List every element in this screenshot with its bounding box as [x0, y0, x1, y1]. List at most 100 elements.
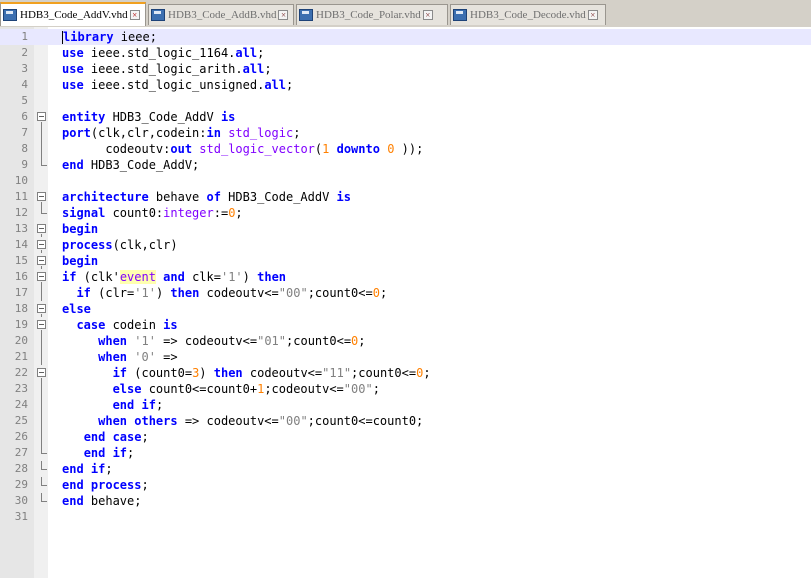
tab-close-icon[interactable]: × — [422, 10, 433, 20]
line-number: 31 — [14, 510, 28, 523]
code-text: begin — [62, 253, 98, 269]
code-line[interactable]: 15 begin — [0, 253, 811, 269]
tab-1[interactable]: HDB3_Code_AddV.vhd × — [0, 2, 146, 26]
code-token: all — [242, 62, 265, 76]
code-token: ; — [286, 78, 294, 92]
code-token: ;codeoutv<= — [264, 382, 344, 396]
code-token: use — [62, 78, 84, 92]
code-text: architecture behave of HDB3_Code_AddV is — [62, 189, 351, 205]
code-token: ;count0<= — [286, 334, 352, 348]
code-line[interactable]: 24 end if; — [0, 397, 811, 413]
fold-guide — [35, 477, 47, 493]
code-token: if — [112, 366, 128, 380]
fold-toggle-icon[interactable] — [35, 221, 47, 237]
code-token: ; — [379, 286, 388, 300]
fold-toggle-icon[interactable] — [35, 253, 47, 269]
tab-close-icon[interactable]: × — [587, 10, 598, 20]
vhd-file-icon — [3, 9, 17, 21]
code-line[interactable]: 20 when '1' => codeoutv<="01";count0<=0; — [0, 333, 811, 349]
code-token: event — [119, 270, 156, 284]
code-line[interactable]: 19 case codein is — [0, 317, 811, 333]
code-token: (count0= — [127, 366, 193, 380]
code-line[interactable]: 18 else — [0, 301, 811, 317]
code-line[interactable]: 28 end if; — [0, 461, 811, 477]
line-number: 30 — [14, 494, 28, 507]
code-token: process — [62, 238, 113, 252]
fold-toggle-icon[interactable] — [35, 365, 47, 381]
code-token: begin — [62, 254, 99, 268]
line-number: 18 — [14, 302, 28, 315]
code-line[interactable]: 26 end case; — [0, 429, 811, 445]
tab-label: HDB3_Code_AddB.vhd — [168, 9, 277, 21]
code-line[interactable]: 21 when '0' => — [0, 349, 811, 365]
code-text: end case; — [62, 429, 149, 445]
tab-label: HDB3_Code_Decode.vhd — [470, 9, 586, 21]
code-line[interactable]: 30 end behave; — [0, 493, 811, 509]
code-line[interactable]: 2 use ieee.std_logic_1164.all; — [0, 45, 811, 61]
code-line[interactable]: 16 if (clk'event and clk='1') then — [0, 269, 811, 285]
code-token: ; — [372, 382, 380, 396]
code-line[interactable]: 25 when others => codeoutv<="00";count0<… — [0, 413, 811, 429]
line-number: 24 — [14, 398, 28, 411]
code-text: end if; — [62, 445, 135, 461]
code-line[interactable]: 1 library ieee; — [0, 29, 811, 45]
fold-toggle-icon[interactable] — [35, 317, 47, 333]
code-line[interactable]: 17 if (clr='1') then codeoutv<="00";coun… — [0, 285, 811, 301]
code-text: entity HDB3_Code_AddV is — [62, 109, 235, 125]
code-line[interactable]: 9 end HDB3_Code_AddV; — [0, 157, 811, 173]
fold-toggle-icon[interactable] — [35, 269, 47, 285]
code-line[interactable]: 22 if (count0=3) then codeoutv<="11";cou… — [0, 365, 811, 381]
code-line[interactable]: 29 end process; — [0, 477, 811, 493]
fold-toggle-icon[interactable] — [35, 301, 47, 317]
fold-guide — [35, 125, 47, 141]
line-number: 4 — [21, 78, 28, 91]
code-token: ieee.std_logic_unsigned. — [83, 78, 265, 92]
code-editor[interactable]: 1 library ieee; 2 use ieee.std_logic_1164.a… — [0, 27, 811, 578]
code-line[interactable]: 8 codeoutv:out std_logic_vector(1 downto… — [0, 141, 811, 157]
fold-guide — [35, 461, 47, 477]
tab-close-icon[interactable]: × — [129, 10, 140, 20]
code-token: out — [170, 142, 193, 156]
code-line[interactable]: 12 signal count0:integer:=0; — [0, 205, 811, 221]
tab-close-icon[interactable]: × — [278, 10, 289, 20]
fold-toggle-icon[interactable] — [35, 237, 47, 253]
code-line[interactable]: 13 begin — [0, 221, 811, 237]
code-text: if (count0=3) then codeoutv<="11";count0… — [62, 365, 431, 381]
code-token: ;count0<= — [307, 286, 373, 300]
fold-toggle-icon[interactable] — [35, 189, 47, 205]
code-token: when others — [98, 414, 178, 428]
line-number: 2 — [21, 46, 28, 59]
tab-label: HDB3_Code_AddV.vhd — [20, 9, 128, 21]
code-line[interactable]: 7 port(clk,clr,codein:in std_logic; — [0, 125, 811, 141]
fold-guide — [35, 493, 47, 509]
code-line[interactable]: 27 end if; — [0, 445, 811, 461]
code-token: => — [155, 350, 178, 364]
code-token: HDB3_Code_AddV — [220, 190, 337, 204]
code-line[interactable]: 5 — [0, 93, 811, 109]
tab-4[interactable]: HDB3_Code_Decode.vhd × — [450, 4, 606, 25]
code-token: then — [257, 270, 287, 284]
code-text: use ieee.std_logic_1164.all; — [62, 45, 264, 61]
code-token: end — [62, 494, 84, 508]
code-line[interactable]: 11 architecture behave of HDB3_Code_AddV … — [0, 189, 811, 205]
code-line[interactable]: 6 entity HDB3_Code_AddV is — [0, 109, 811, 125]
tab-3[interactable]: HDB3_Code_Polar.vhd × — [296, 4, 448, 25]
code-token: codein — [105, 318, 164, 332]
code-line[interactable]: 10 — [0, 173, 811, 189]
code-text: signal count0:integer:=0; — [62, 205, 243, 221]
tab-2[interactable]: HDB3_Code_AddB.vhd × — [148, 4, 294, 25]
code-line[interactable]: 4 use ieee.std_logic_unsigned.all; — [0, 77, 811, 93]
code-line[interactable]: 23 else count0<=count0+1;codeoutv<="00"; — [0, 381, 811, 397]
code-token: ;count0<=count0; — [307, 414, 424, 428]
code-line[interactable]: 14 process(clk,clr) — [0, 237, 811, 253]
code-line[interactable]: 3 use ieee.std_logic_arith.all; — [0, 61, 811, 77]
code-text: else count0<=count0+1;codeoutv<="00"; — [62, 381, 380, 397]
fold-toggle-icon[interactable] — [35, 109, 47, 125]
code-token: case — [76, 318, 106, 332]
line-number: 8 — [21, 142, 28, 155]
line-number: 17 — [14, 286, 28, 299]
code-text: port(clk,clr,codein:in std_logic; — [62, 125, 300, 141]
code-line[interactable]: 31 — [0, 509, 811, 525]
